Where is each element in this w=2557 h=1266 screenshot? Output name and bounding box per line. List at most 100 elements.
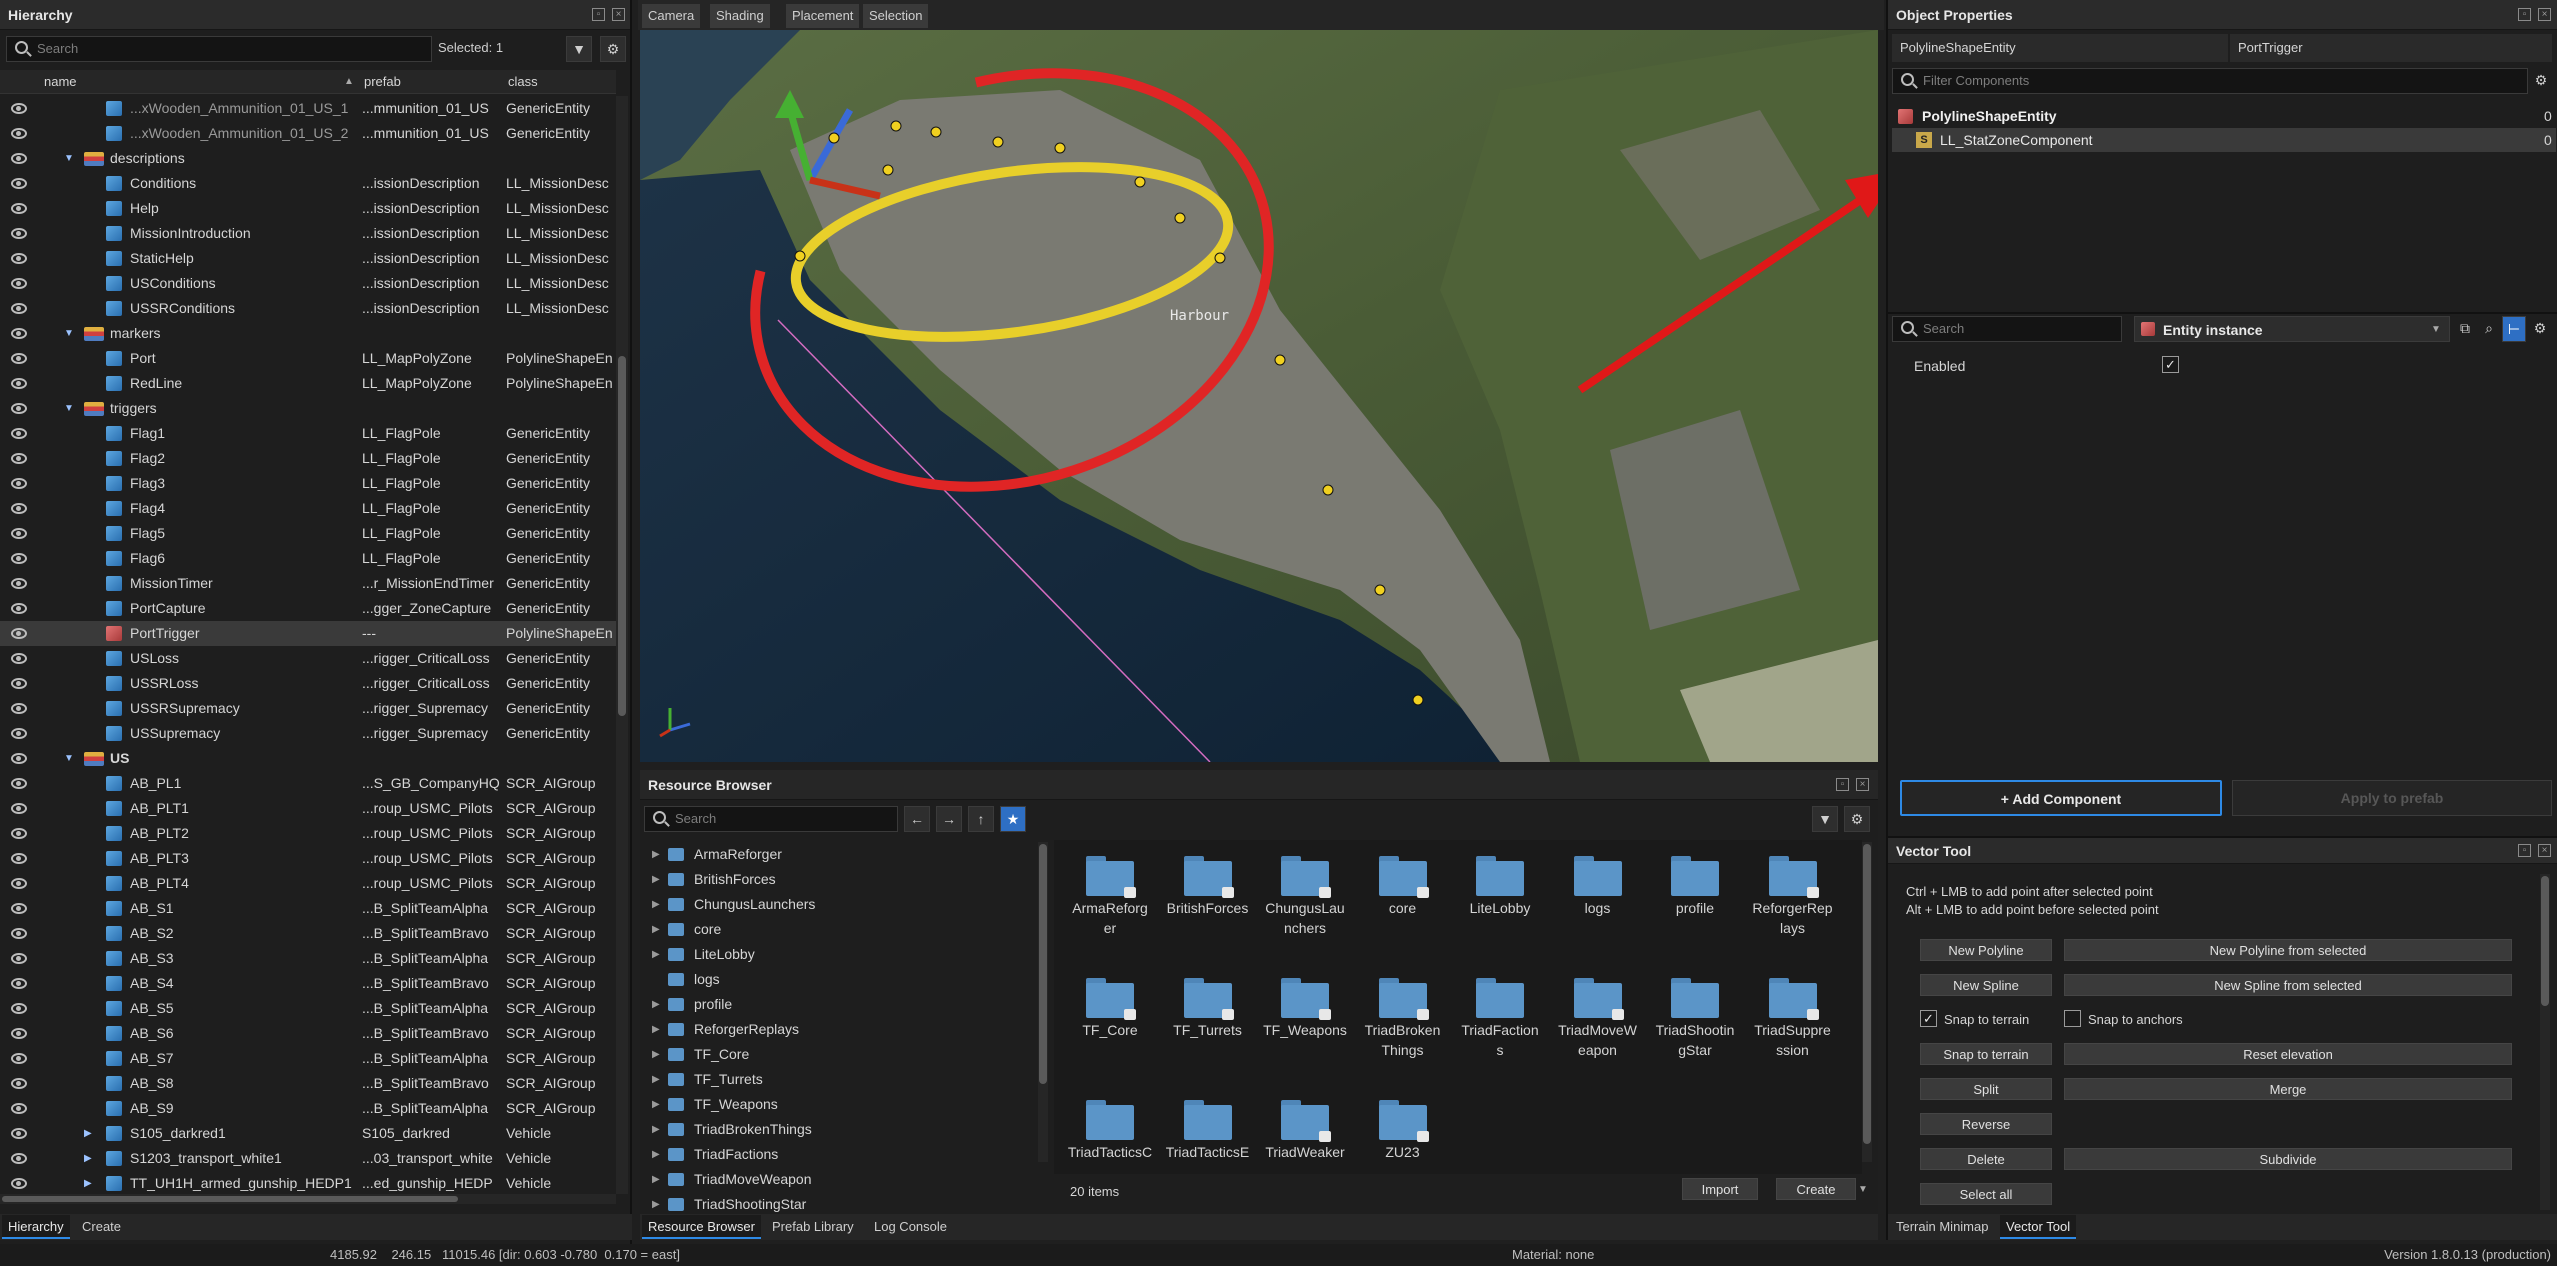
visibility-eye-icon[interactable]	[11, 103, 27, 114]
visibility-eye-icon[interactable]	[11, 753, 27, 764]
table-row[interactable]: USLoss ...rigger_CriticalLoss GenericEntit…	[0, 646, 616, 671]
table-row[interactable]: ...xWooden_Ammunition_01_US_1 ...mmunitio…	[0, 96, 616, 121]
visibility-eye-icon[interactable]	[11, 1003, 27, 1014]
select-all-button[interactable]: Select all	[1920, 1183, 2052, 1205]
chevron-down-icon[interactable]: ▼	[1858, 1184, 1868, 1195]
chevron-right-icon[interactable]: ▶	[652, 1167, 660, 1192]
folder-tile[interactable]: BritishForces	[1160, 856, 1256, 918]
table-row[interactable]: USSupremacy ...rigger_Supremacy GenericEnt…	[0, 721, 616, 746]
visibility-eye-icon[interactable]	[11, 903, 27, 914]
table-row[interactable]: StaticHelp ...issionDescription LL_Mission…	[0, 246, 616, 271]
table-row[interactable]: Flag2 LL_FlagPole GenericEntity	[0, 446, 616, 471]
tab-prefab-library[interactable]: Prefab Library	[766, 1215, 860, 1239]
folder-tile[interactable]: TriadShootin gStar	[1647, 978, 1743, 1060]
visibility-eye-icon[interactable]	[11, 878, 27, 889]
enabled-checkbox[interactable]: ✓	[2162, 356, 2179, 373]
tab-shading[interactable]: Shading	[710, 4, 770, 28]
tab-selection[interactable]: Selection	[863, 4, 929, 28]
scroll-thumb[interactable]	[2541, 876, 2549, 1006]
visibility-eye-icon[interactable]	[11, 703, 27, 714]
visibility-eye-icon[interactable]	[11, 203, 27, 214]
visibility-eye-icon[interactable]	[11, 278, 27, 289]
folder-tile[interactable]: TF_Weapons	[1257, 978, 1353, 1040]
chevron-right-icon[interactable]: ▶	[84, 1171, 92, 1194]
scroll-thumb[interactable]	[618, 356, 626, 716]
table-row[interactable]: RedLine LL_MapPolyZone PolylineShapeEn	[0, 371, 616, 396]
float-icon[interactable]: ▫	[1836, 778, 1849, 791]
chevron-right-icon[interactable]: ▶	[652, 1142, 660, 1167]
chevron-down-icon[interactable]: ▼	[64, 321, 74, 346]
table-row[interactable]: USConditions ...issionDescription LL_Missi…	[0, 271, 616, 296]
chevron-down-icon[interactable]: ▼	[64, 746, 74, 771]
float-icon[interactable]: ▫	[2518, 844, 2531, 857]
forward-arrow-icon[interactable]: →	[936, 806, 962, 832]
close-icon[interactable]: ×	[1856, 778, 1869, 791]
chevron-right-icon[interactable]: ▶	[652, 1117, 660, 1142]
instance-dropdown[interactable]: Entity instance ▼	[2134, 316, 2450, 342]
table-row[interactable]: AB_PLT1 ...roup_USMC_Pilots SCR_AIGroup	[0, 796, 616, 821]
visibility-eye-icon[interactable]	[11, 803, 27, 814]
visibility-eye-icon[interactable]	[11, 1103, 27, 1114]
float-icon[interactable]: ▫	[2518, 8, 2531, 21]
tab-create[interactable]: Create	[76, 1215, 128, 1239]
search-icon[interactable]: ⌕	[2478, 316, 2500, 342]
table-row[interactable]: Help ...issionDescription LL_MissionDesc	[0, 196, 616, 221]
folder-tile[interactable]: TriadTacticsE	[1160, 1100, 1256, 1162]
table-row[interactable]: USSRSupremacy ...rigger_Supremacy GenericE…	[0, 696, 616, 721]
open-external-icon[interactable]: ⧉	[2454, 316, 2476, 342]
chevron-right-icon[interactable]: ▶	[652, 892, 660, 917]
merge-button[interactable]: Merge	[2064, 1078, 2512, 1100]
folder-tile[interactable]: TF_Core	[1062, 978, 1158, 1040]
chevron-right-icon[interactable]: ▶	[652, 942, 660, 967]
visibility-eye-icon[interactable]	[11, 1053, 27, 1064]
close-icon[interactable]: ×	[612, 8, 625, 21]
visibility-eye-icon[interactable]	[11, 603, 27, 614]
chevron-right-icon[interactable]: ▶	[652, 917, 660, 942]
table-row[interactable]: Flag5 LL_FlagPole GenericEntity	[0, 521, 616, 546]
visibility-eye-icon[interactable]	[11, 428, 27, 439]
visibility-eye-icon[interactable]	[11, 1128, 27, 1139]
folder-tile[interactable]: TriadWeaker	[1257, 1100, 1353, 1162]
table-row[interactable]: Flag4 LL_FlagPole GenericEntity	[0, 496, 616, 521]
visibility-eye-icon[interactable]	[11, 478, 27, 489]
scene-viewport[interactable]: Harbour	[640, 30, 1878, 762]
component-root[interactable]: PolylineShapeEntity 0	[1892, 104, 2556, 128]
folder-tile[interactable]: TF_Turrets	[1160, 978, 1256, 1040]
visibility-eye-icon[interactable]	[11, 353, 27, 364]
visibility-eye-icon[interactable]	[11, 303, 27, 314]
table-row[interactable]: ▶ S1203_transport_white1 ...03_transport_w…	[0, 1146, 616, 1171]
hscroll-thumb[interactable]	[2, 1196, 458, 1202]
visibility-eye-icon[interactable]	[11, 553, 27, 564]
table-row[interactable]: Flag1 LL_FlagPole GenericEntity	[0, 421, 616, 446]
folder-tile[interactable]: ZU23	[1355, 1100, 1451, 1162]
chevron-right-icon[interactable]: ▶	[652, 1092, 660, 1117]
table-row[interactable]: AB_S1 ...B_SplitTeamAlpha SCR_AIGroup	[0, 896, 616, 921]
table-row[interactable]: ...xWooden_Ammunition_01_US_2 ...mmunitio…	[0, 121, 616, 146]
chevron-right-icon[interactable]: ▶	[84, 1146, 92, 1171]
visibility-eye-icon[interactable]	[11, 778, 27, 789]
chevron-right-icon[interactable]: ▶	[652, 867, 660, 892]
table-row[interactable]: AB_S5 ...B_SplitTeamAlpha SCR_AIGroup	[0, 996, 616, 1021]
table-row[interactable]: Flag3 LL_FlagPole GenericEntity	[0, 471, 616, 496]
table-row[interactable]: AB_PLT3 ...roup_USMC_Pilots SCR_AIGroup	[0, 846, 616, 871]
scroll-thumb[interactable]	[1863, 844, 1871, 1144]
visibility-eye-icon[interactable]	[11, 328, 27, 339]
table-row[interactable]: AB_S2 ...B_SplitTeamBravo SCR_AIGroup	[0, 921, 616, 946]
gear-icon[interactable]: ⚙	[600, 36, 626, 62]
hierarchy-hscrollbar[interactable]	[0, 1194, 616, 1204]
folder-tile[interactable]: ChungusLau nchers	[1257, 856, 1353, 938]
chevron-down-icon[interactable]: ▼	[64, 396, 74, 421]
visibility-eye-icon[interactable]	[11, 1028, 27, 1039]
table-row[interactable]: AB_S6 ...B_SplitTeamBravo SCR_AIGroup	[0, 1021, 616, 1046]
reverse-button[interactable]: Reverse	[1920, 1113, 2052, 1135]
tab-resource-browser[interactable]: Resource Browser	[642, 1215, 761, 1239]
table-row[interactable]: ▼ descriptions	[0, 146, 616, 171]
visibility-eye-icon[interactable]	[11, 503, 27, 514]
tree-scrollbar[interactable]	[1038, 842, 1048, 1162]
table-row[interactable]: USSRConditions ...issionDescription LL_Mis…	[0, 296, 616, 321]
float-icon[interactable]: ▫	[592, 8, 605, 21]
back-arrow-icon[interactable]: ←	[904, 806, 930, 832]
chevron-right-icon[interactable]: ▶	[652, 992, 660, 1017]
folder-tile[interactable]: TriadMoveW eapon	[1550, 978, 1646, 1060]
chevron-right-icon[interactable]: ▶	[652, 842, 660, 867]
